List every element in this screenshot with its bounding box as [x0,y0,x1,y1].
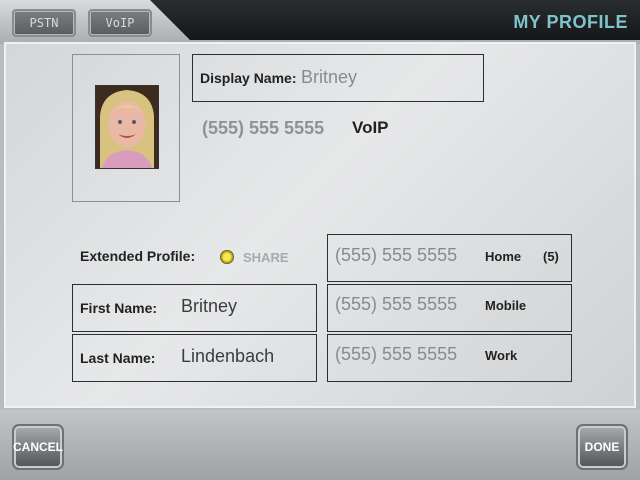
cancel-button[interactable]: CANCEL [12,424,64,470]
profile-panel: Display Name: Britney (555) 555 5555 VoI… [4,42,636,408]
last-name-label: Last Name: [80,350,156,366]
share-label[interactable]: SHARE [243,250,289,265]
page-title: MY PROFILE [513,12,628,32]
first-name-value: Britney [181,296,238,316]
phone-number: (555) 555 5555 [335,344,458,364]
pstn-button[interactable]: PSTN [12,9,76,37]
voip-button[interactable]: VoIP [88,9,152,37]
extended-profile-label: Extended Profile: [80,248,196,264]
display-name-label: Display Name: [200,70,297,86]
photo-frame[interactable] [72,54,180,202]
last-name-value: Lindenbach [181,346,275,366]
first-name-field[interactable]: First Name: Britney [72,284,317,332]
last-name-field[interactable]: Last Name: Lindenbach [72,334,317,382]
title-bar: MY PROFILE [150,0,640,40]
phone-row-mobile[interactable]: (555) 555 5555 Mobile [327,284,572,332]
phone-count-badge: (5) [543,249,559,264]
phone-type: Home [485,249,522,264]
phone-row-work[interactable]: (555) 555 5555 Work [327,334,572,382]
primary-number: (555) 555 5555 [202,118,325,138]
phone-number: (555) 555 5555 [335,245,458,265]
done-button[interactable]: DONE [576,424,628,470]
bottom-bar [0,410,640,480]
share-toggle-icon[interactable] [220,250,234,264]
first-name-label: First Name: [80,300,158,316]
phone-row-home[interactable]: (555) 555 5555 Home (5) [327,234,572,282]
phone-number: (555) 555 5555 [335,294,458,314]
display-name-value: Britney [301,67,358,87]
phone-type: Mobile [485,298,527,313]
display-name-field[interactable]: Display Name: Britney [192,54,484,102]
primary-number-type: VoIP [352,118,389,137]
profile-photo [95,85,159,169]
phone-type: Work [485,348,518,363]
